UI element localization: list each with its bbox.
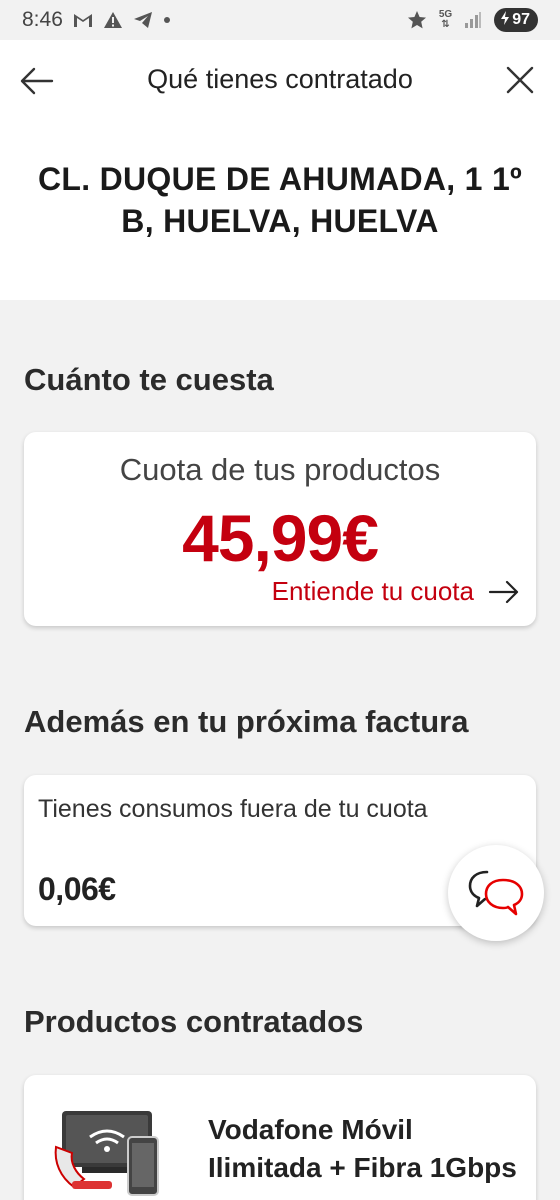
- product-name: Vodafone Móvil Ilimitada + Fibra 1Gbps: [208, 1114, 517, 1183]
- network-indicator: 5G ⇅: [438, 9, 453, 30]
- back-button[interactable]: [18, 62, 56, 100]
- understand-fee-label: Entiende tu cuota: [271, 576, 474, 606]
- understand-fee-link[interactable]: Entiende tu cuota: [272, 576, 520, 607]
- cost-section-title: Cuánto te cuesta: [24, 362, 274, 397]
- page-title: Qué tienes contratado: [147, 64, 413, 94]
- battery-charging-icon: [500, 10, 510, 30]
- network-label: 5G: [438, 9, 453, 20]
- cost-label: Cuota de tus productos: [119, 452, 441, 487]
- dot-icon: [163, 16, 171, 24]
- close-button[interactable]: [502, 62, 538, 98]
- status-time: 8:46: [22, 8, 63, 31]
- battery-indicator: 97: [494, 8, 538, 32]
- battery-level: 97: [512, 11, 530, 28]
- cost-value: 45,99€: [182, 501, 379, 575]
- chat-icon: [468, 870, 524, 916]
- back-arrow-icon: [20, 67, 54, 95]
- gmail-icon: [73, 12, 93, 28]
- product-card[interactable]: Vodafone Móvil Ilimitada + Fibra 1Gbps: [24, 1075, 536, 1200]
- telegram-icon: [133, 11, 153, 29]
- chat-button[interactable]: [448, 845, 544, 941]
- signal-icon: [464, 11, 482, 29]
- star-icon: [407, 10, 427, 30]
- status-bar: 8:46 5G ⇅ 97: [0, 0, 560, 40]
- router-phone-icon: [54, 1111, 159, 1196]
- extra-consumption-value: 0,06€: [38, 871, 116, 907]
- arrow-right-icon: [488, 580, 519, 603]
- cost-card: Cuota de tus productos 45,99€ Entiende t…: [24, 432, 536, 626]
- header: Qué tienes contratado CL. DUQUE DE AHUMA…: [0, 40, 560, 300]
- products-section-title: Productos contratados: [24, 1004, 364, 1039]
- extra-consumption-label: Tienes consumos fuera de tu cuota: [38, 795, 428, 823]
- alert-icon: [103, 11, 123, 29]
- address: CL. DUQUE DE AHUMADA, 1 1º B, HUELVA, HU…: [37, 161, 523, 239]
- close-icon: [506, 66, 534, 94]
- next-bill-section-title: Además en tu próxima factura: [24, 704, 469, 739]
